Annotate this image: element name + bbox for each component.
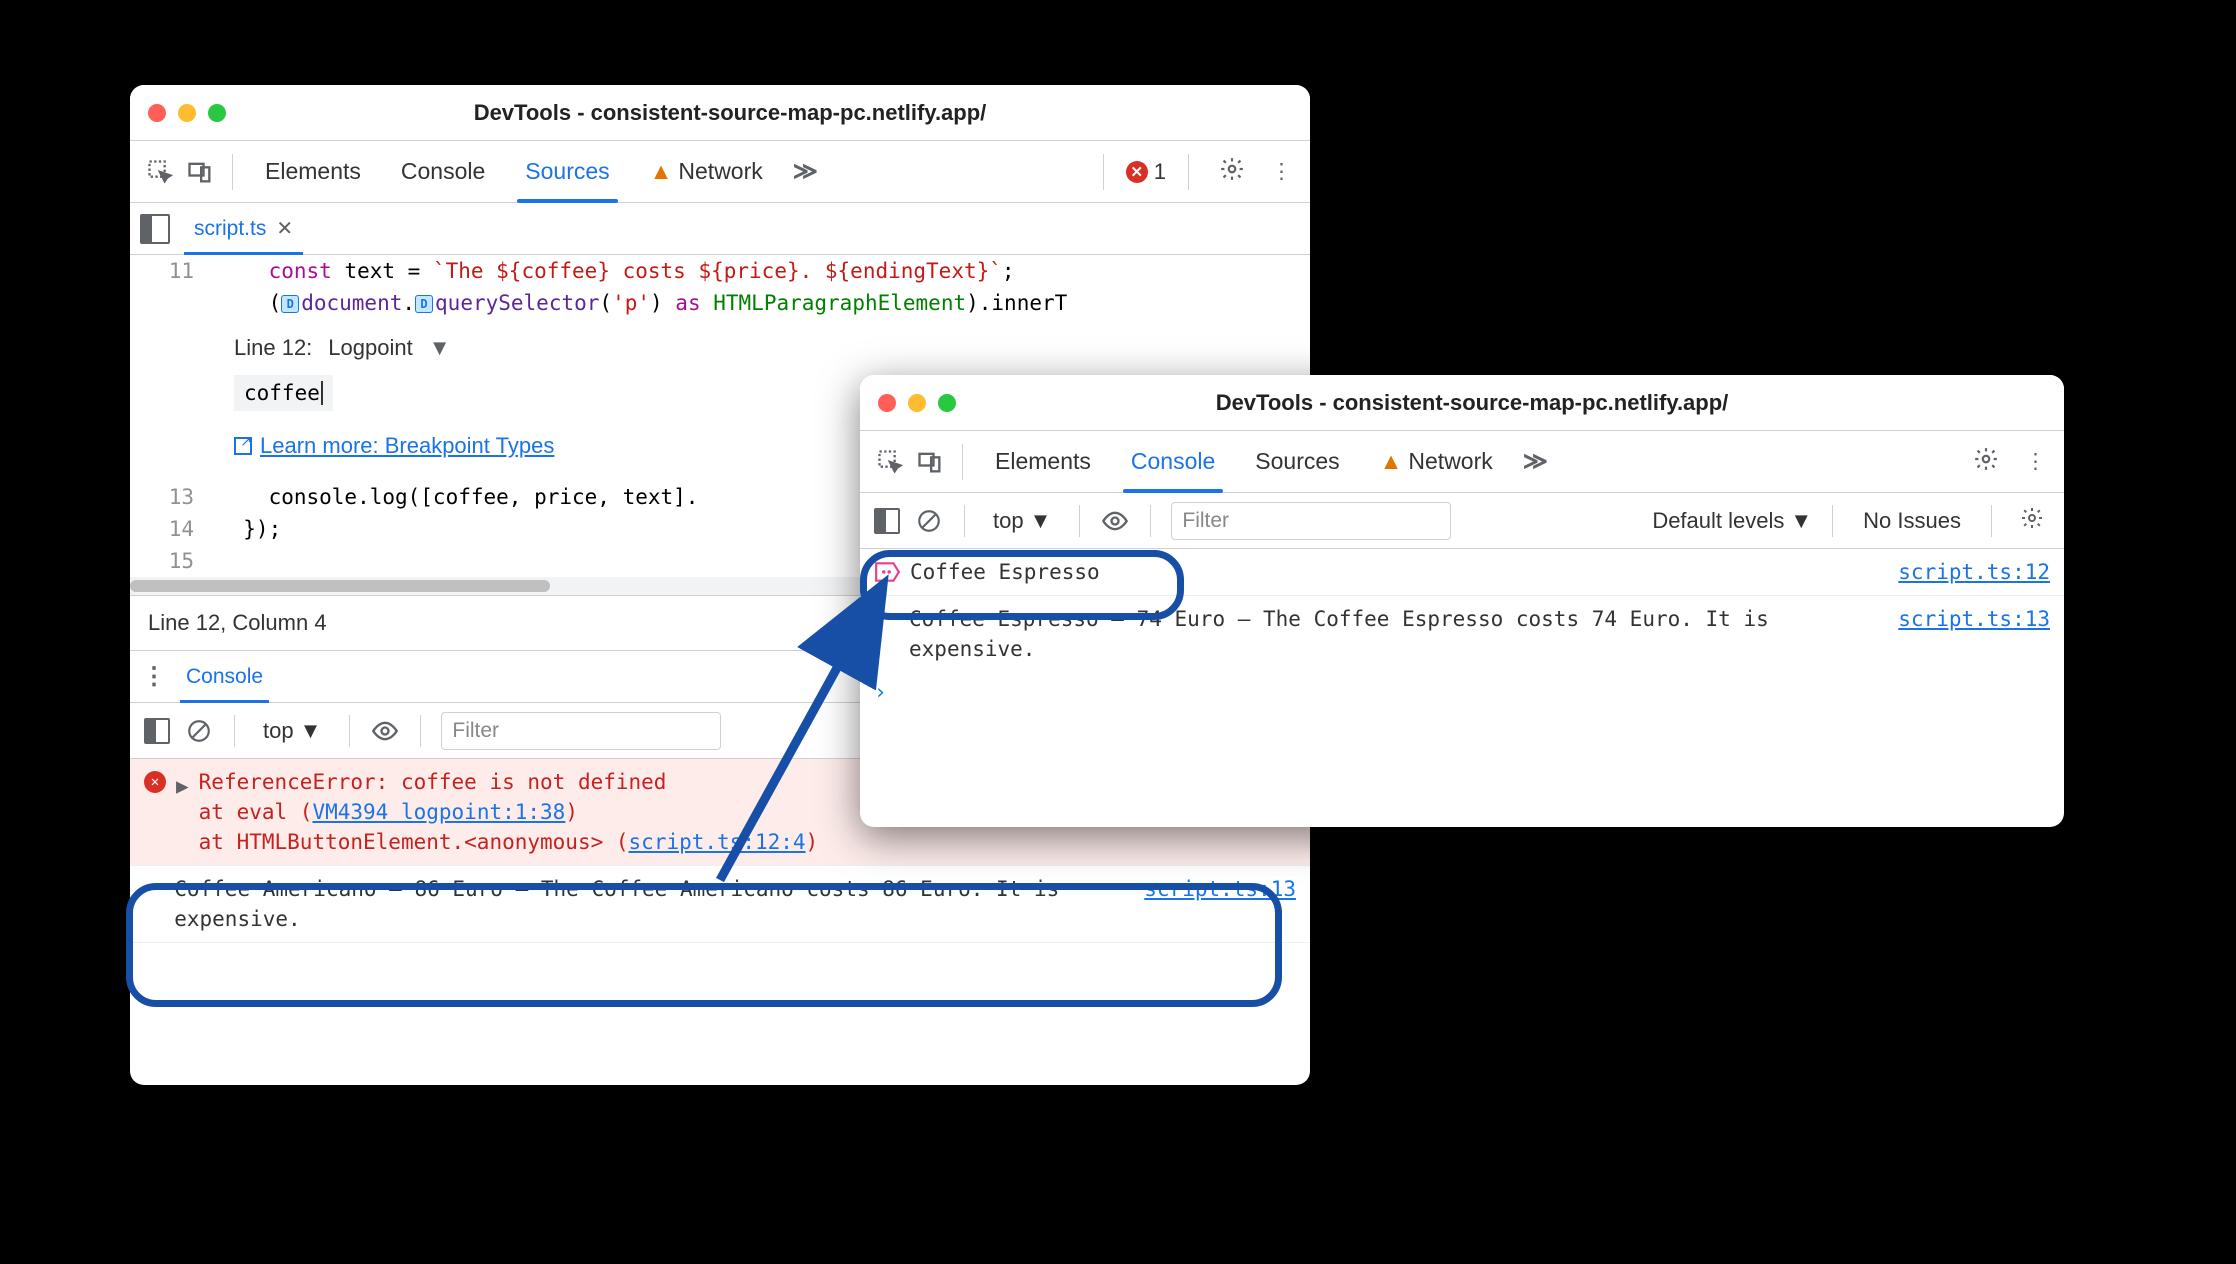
error-icon: ✕ xyxy=(144,771,166,793)
external-link-icon xyxy=(234,437,252,455)
devtools-window-console: DevTools - consistent-source-map-pc.netl… xyxy=(860,375,2064,827)
filter-input[interactable]: Filter xyxy=(441,712,721,750)
inspect-icon[interactable] xyxy=(140,152,180,192)
error-source-link[interactable]: VM4394 logpoint:1:38 xyxy=(312,800,565,824)
titlebar[interactable]: DevTools - consistent-source-map-pc.netl… xyxy=(860,375,2064,431)
tab-console[interactable]: Console xyxy=(1111,431,1235,492)
console-log-message[interactable]: Coffee Americano — 86 Euro — The Coffee … xyxy=(130,866,1310,943)
panel-toggle-icon[interactable] xyxy=(140,214,170,244)
window-title: DevTools - consistent-source-map-pc.netl… xyxy=(968,390,2046,416)
bp-line-label: Line 12: xyxy=(234,335,312,361)
code-line-13[interactable]: console.log([coffee, price, text]. xyxy=(210,481,698,513)
context-select[interactable]: top ▼ xyxy=(255,718,329,744)
close-tab-icon[interactable]: ✕ xyxy=(276,216,293,241)
source-link[interactable]: script.ts:13 xyxy=(1898,604,2050,634)
console-log-message[interactable]: Coffee Espresso — 74 Euro — The Coffee E… xyxy=(860,596,2064,672)
tab-network[interactable]: ▲Network xyxy=(1360,431,1513,492)
code-line-11[interactable]: const text = `The ${coffee} costs ${pric… xyxy=(210,255,1015,287)
more-tabs-icon[interactable]: ≫ xyxy=(783,157,828,186)
source-link[interactable]: script.ts:13 xyxy=(1144,874,1296,904)
tab-network[interactable]: ▲Network xyxy=(630,141,783,202)
console-toolbar: top ▼ Filter Default levels ▼ No Issues xyxy=(860,493,2064,549)
traffic-lights xyxy=(148,104,226,122)
more-tabs-icon[interactable]: ≫ xyxy=(1513,447,1558,476)
learn-more-link[interactable]: Learn more: Breakpoint Types xyxy=(234,433,554,459)
chevron-down-icon[interactable]: ▼ xyxy=(429,335,451,361)
tab-elements[interactable]: Elements xyxy=(245,141,381,202)
main-tabs: Elements Console Sources ▲Network ≫ ✕1 ⋮ xyxy=(130,141,1310,203)
minimize-icon[interactable] xyxy=(178,104,196,122)
context-select[interactable]: top ▼ xyxy=(985,508,1059,534)
line-number: 14 xyxy=(130,513,210,545)
file-tabs: script.ts ✕ xyxy=(130,203,1310,255)
chevron-down-icon: ▼ xyxy=(1030,508,1052,534)
chevron-down-icon: ▼ xyxy=(300,718,322,744)
bp-type-select[interactable]: Logpoint xyxy=(328,335,412,361)
tab-elements[interactable]: Elements xyxy=(975,431,1111,492)
log-levels-select[interactable]: Default levels ▼ xyxy=(1652,508,1812,534)
file-tab-label: script.ts xyxy=(194,217,266,241)
logpoint-icon xyxy=(874,559,900,585)
gear-icon[interactable] xyxy=(1965,446,2007,478)
console-prompt[interactable]: › xyxy=(860,672,2064,712)
device-icon[interactable] xyxy=(910,442,950,482)
clear-console-icon[interactable] xyxy=(914,506,944,536)
tab-sources[interactable]: Sources xyxy=(1235,431,1359,492)
code-line-14[interactable]: }); xyxy=(210,513,281,545)
dom-icon: D xyxy=(415,295,433,313)
console-messages: Coffee Espresso script.ts:12 Coffee Espr… xyxy=(860,549,2064,712)
eye-icon[interactable] xyxy=(370,716,400,746)
breakpoint-gutter[interactable]: •• 12 xyxy=(130,287,210,319)
close-icon[interactable] xyxy=(878,394,896,412)
log-text: Coffee Espresso — 74 Euro — The Coffee E… xyxy=(909,604,2050,664)
minimize-icon[interactable] xyxy=(908,394,926,412)
log-text: Coffee Americano — 86 Euro — The Coffee … xyxy=(174,874,1296,934)
titlebar[interactable]: DevTools - consistent-source-map-pc.netl… xyxy=(130,85,1310,141)
expand-icon[interactable]: ▶ xyxy=(176,771,189,801)
drawer-tab-console[interactable]: Console xyxy=(180,651,269,702)
zoom-icon[interactable] xyxy=(938,394,956,412)
code-line-12[interactable]: (Ddocument.DquerySelector('p') as HTMLPa… xyxy=(210,287,1067,319)
kebab-icon[interactable]: ⋮ xyxy=(142,662,166,691)
zoom-icon[interactable] xyxy=(208,104,226,122)
kebab-icon[interactable]: ⋮ xyxy=(1263,159,1300,184)
clear-console-icon[interactable] xyxy=(184,716,214,746)
tab-sources[interactable]: Sources xyxy=(505,141,629,202)
chevron-down-icon: ▼ xyxy=(1790,508,1812,534)
line-number: 13 xyxy=(130,481,210,513)
panel-toggle-icon[interactable] xyxy=(872,506,902,536)
logpoint-input[interactable]: coffee xyxy=(234,375,333,411)
panel-toggle-icon[interactable] xyxy=(142,716,172,746)
file-tab-script[interactable]: script.ts ✕ xyxy=(180,203,307,254)
eye-icon[interactable] xyxy=(1100,506,1130,536)
source-link[interactable]: script.ts:12 xyxy=(1898,557,2050,587)
error-count-badge[interactable]: ✕1 xyxy=(1126,159,1166,185)
window-title: DevTools - consistent-source-map-pc.netl… xyxy=(238,100,1292,126)
error-title: ReferenceError: coffee is not defined xyxy=(199,767,819,797)
cursor-position: Line 12, Column 4 xyxy=(148,610,327,636)
inspect-icon[interactable] xyxy=(870,442,910,482)
error-source-link[interactable]: script.ts:12:4 xyxy=(629,830,806,854)
filter-input[interactable]: Filter xyxy=(1171,502,1451,540)
kebab-icon[interactable]: ⋮ xyxy=(2017,449,2054,474)
close-icon[interactable] xyxy=(148,104,166,122)
gear-icon[interactable] xyxy=(2012,506,2052,536)
line-number: 15 xyxy=(130,545,210,577)
main-tabs: Elements Console Sources ▲Network ≫ ⋮ xyxy=(860,431,2064,493)
device-icon[interactable] xyxy=(180,152,220,192)
log-text: Coffee Espresso xyxy=(910,557,1280,587)
line-number: 11 xyxy=(130,255,210,287)
dom-icon: D xyxy=(281,295,299,313)
tab-console[interactable]: Console xyxy=(381,141,505,202)
gear-icon[interactable] xyxy=(1211,156,1253,188)
issues-label[interactable]: No Issues xyxy=(1853,508,1971,534)
traffic-lights xyxy=(878,394,956,412)
console-logpoint-message[interactable]: Coffee Espresso script.ts:12 xyxy=(860,549,2064,596)
